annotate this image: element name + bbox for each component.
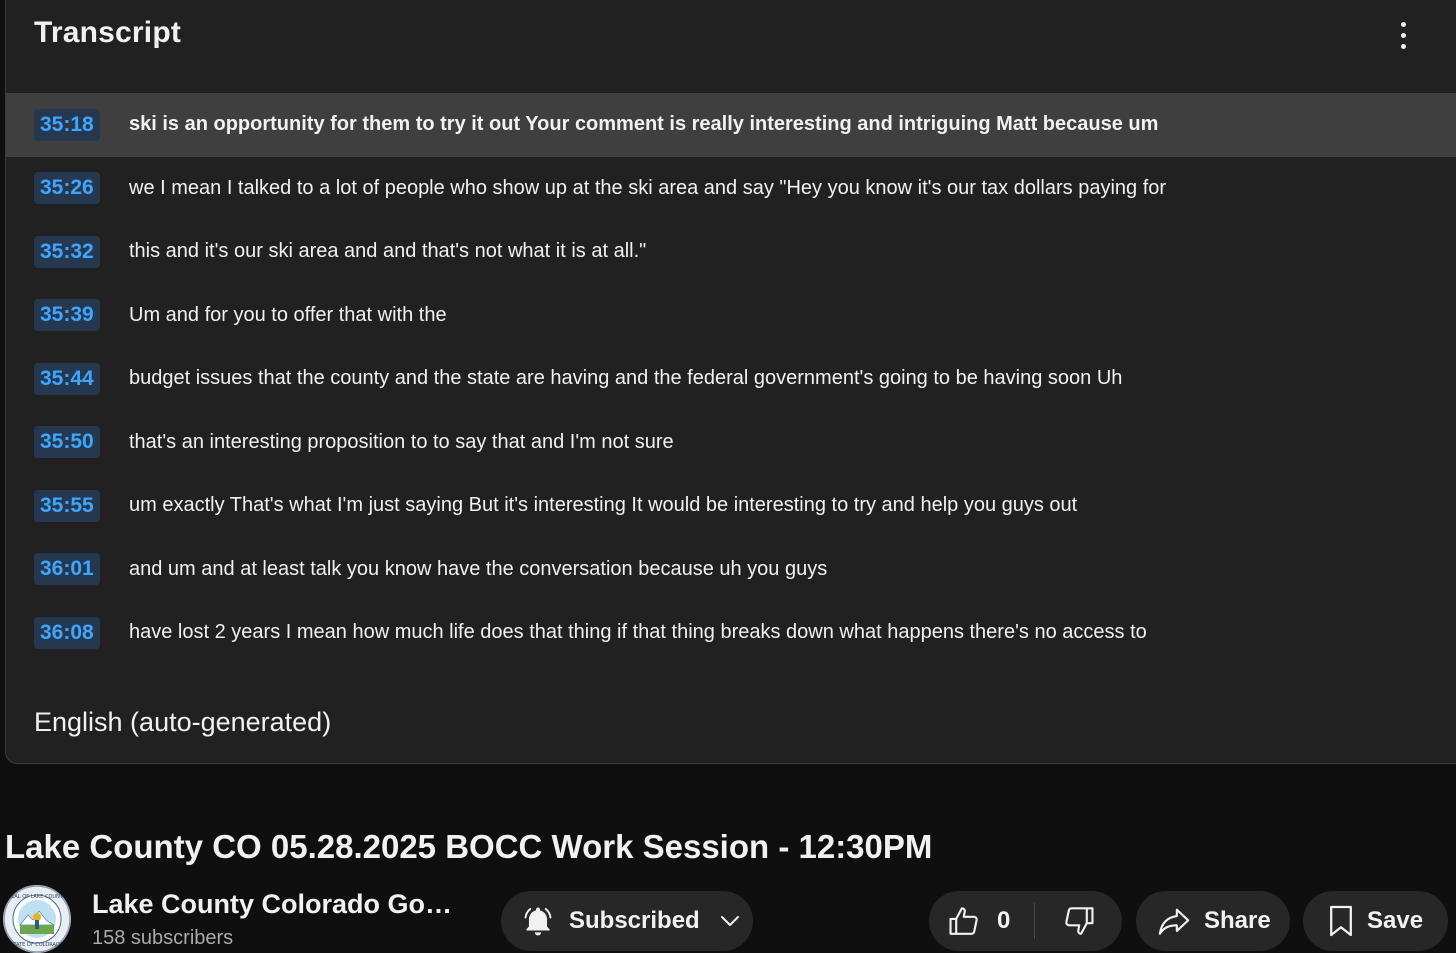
segment-timestamp[interactable]: 36:01 bbox=[34, 553, 100, 586]
segment-timestamp[interactable]: 35:18 bbox=[34, 108, 100, 141]
thumbs-down-icon bbox=[1064, 907, 1094, 935]
segment-text: budget issues that the county and the st… bbox=[129, 367, 1123, 390]
more-vert-icon bbox=[1400, 21, 1406, 27]
transcript-segment[interactable]: 35:44 budget issues that the county and … bbox=[6, 347, 1456, 411]
dislike-button[interactable] bbox=[1035, 891, 1122, 951]
channel-avatar[interactable]: SEAL OF LAKE COUNTY STATE OF COLORADO bbox=[3, 885, 71, 953]
transcript-panel: Transcript 35:18 ski is an opportunity f… bbox=[5, 0, 1456, 764]
thumbs-up-icon bbox=[949, 907, 978, 935]
transcript-segment[interactable]: 35:32 this and it's our ski area and and… bbox=[6, 220, 1456, 284]
like-count: 0 bbox=[997, 907, 1011, 934]
channel-name[interactable]: Lake County Colorado Gover... bbox=[92, 889, 457, 920]
segment-text: um exactly That's what I'm just saying B… bbox=[129, 494, 1078, 517]
save-label: Save bbox=[1367, 907, 1424, 934]
video-title: Lake County CO 05.28.2025 BOCC Work Sess… bbox=[5, 828, 933, 865]
subscribed-label: Subscribed bbox=[569, 907, 700, 934]
share-button[interactable]: Share bbox=[1136, 891, 1290, 951]
segment-timestamp[interactable]: 35:26 bbox=[34, 172, 100, 205]
transcript-segment[interactable]: 35:39 Um and for you to offer that with … bbox=[6, 284, 1456, 348]
segment-text: this and it's our ski area and and that'… bbox=[129, 240, 647, 263]
like-dislike-group: 0 bbox=[929, 891, 1122, 951]
bookmark-icon bbox=[1330, 905, 1352, 937]
subscriber-count: 158 subscribers bbox=[92, 927, 234, 949]
like-button[interactable]: 0 bbox=[929, 891, 1034, 951]
transcript-segment-list: 35:18 ski is an opportunity for them to … bbox=[6, 93, 1456, 665]
segment-text: that's an interesting proposition to to … bbox=[129, 430, 674, 453]
transcript-segment[interactable]: 35:50 that's an interesting proposition … bbox=[6, 411, 1456, 475]
more-options-button[interactable] bbox=[1386, 15, 1420, 55]
transcript-segment[interactable]: 35:26 we I mean I talked to a lot of peo… bbox=[6, 157, 1456, 221]
segment-timestamp[interactable]: 35:32 bbox=[34, 235, 100, 268]
segment-timestamp[interactable]: 35:55 bbox=[34, 489, 100, 522]
bell-icon bbox=[524, 907, 552, 936]
transcript-segment[interactable]: 35:55 um exactly That's what I'm just sa… bbox=[6, 474, 1456, 538]
share-label: Share bbox=[1204, 907, 1271, 934]
transcript-segment[interactable]: 36:08 have lost 2 years I mean how much … bbox=[6, 601, 1456, 665]
svg-text:SEAL OF LAKE COUNTY: SEAL OF LAKE COUNTY bbox=[8, 894, 67, 900]
transcript-title: Transcript bbox=[34, 16, 182, 49]
segment-text: and um and at least talk you know have t… bbox=[129, 557, 828, 580]
segment-timestamp[interactable]: 36:08 bbox=[34, 616, 100, 649]
transcript-segment[interactable]: 36:01 and um and at least talk you know … bbox=[6, 538, 1456, 602]
transcript-language-selector[interactable]: English (auto-generated) bbox=[34, 707, 331, 738]
transcript-segment[interactable]: 35:18 ski is an opportunity for them to … bbox=[6, 93, 1456, 157]
segment-timestamp[interactable]: 35:44 bbox=[34, 362, 100, 395]
segment-timestamp[interactable]: 35:50 bbox=[34, 426, 100, 459]
svg-text:STATE OF COLORADO: STATE OF COLORADO bbox=[10, 942, 64, 948]
save-button[interactable]: Save bbox=[1303, 891, 1448, 951]
chevron-down-icon bbox=[720, 916, 739, 926]
segment-text: Um and for you to offer that with the bbox=[129, 303, 447, 326]
segment-text: we I mean I talked to a lot of people wh… bbox=[129, 176, 1167, 199]
watch-page: Transcript 35:18 ski is an opportunity f… bbox=[0, 0, 1456, 953]
subscribed-button[interactable]: Subscribed bbox=[501, 891, 753, 951]
segment-text: have lost 2 years I mean how much life d… bbox=[129, 621, 1147, 644]
county-seal-logo: SEAL OF LAKE COUNTY STATE OF COLORADO bbox=[3, 885, 71, 953]
share-arrow-icon bbox=[1158, 908, 1190, 935]
transcript-header: Transcript bbox=[6, 1, 1456, 81]
segment-text: ski is an opportunity for them to try it… bbox=[129, 113, 1159, 136]
segment-timestamp[interactable]: 35:39 bbox=[34, 299, 100, 332]
